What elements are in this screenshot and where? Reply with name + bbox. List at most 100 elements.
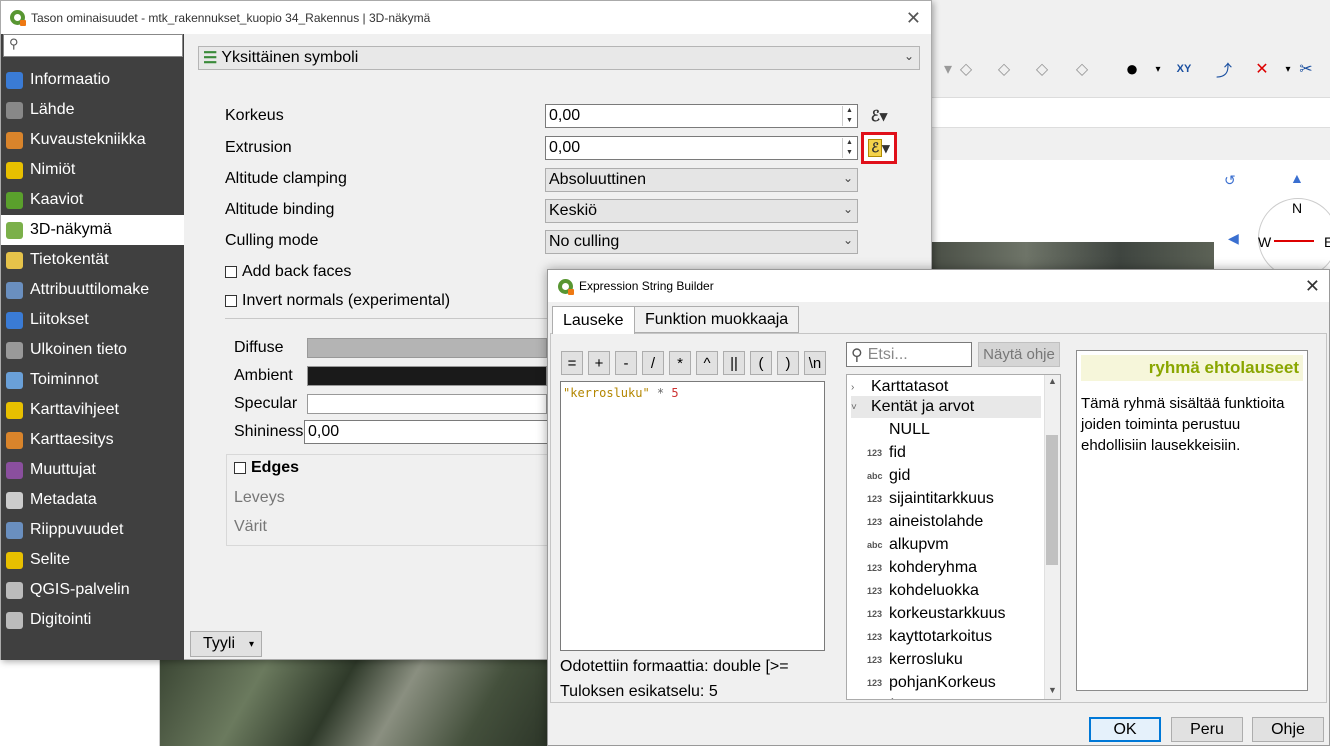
- tree-item[interactable]: NULL: [867, 419, 930, 441]
- tree-item[interactable]: › Karttatasot: [851, 376, 948, 398]
- curve-icon[interactable]: ⤴: [1210, 55, 1238, 83]
- sidebar-item[interactable]: Karttavihjeet: [1, 395, 184, 425]
- shininess-value: 0,00: [308, 423, 340, 440]
- digitize-tool-icon[interactable]: ◇: [952, 55, 980, 83]
- scroll-up-icon[interactable]: ▲: [1048, 376, 1057, 386]
- arrow-left-icon[interactable]: ◀: [1228, 230, 1239, 247]
- sidebar-item[interactable]: Ulkoinen tieto: [1, 335, 184, 365]
- function-tree[interactable]: › Karttatasot ˅ Kentät ja arvot NULL 123 fid ab…: [846, 374, 1061, 700]
- operator-button[interactable]: +: [588, 351, 610, 375]
- operator-button[interactable]: ): [777, 351, 799, 375]
- add-back-faces-checkbox[interactable]: Add back faces: [225, 263, 351, 281]
- sidebar-item[interactable]: Kaaviot: [1, 185, 184, 215]
- checkbox-box[interactable]: [225, 295, 237, 307]
- field-type-icon: 123: [867, 586, 883, 596]
- operator-button[interactable]: *: [669, 351, 691, 375]
- checkbox-box[interactable]: [225, 266, 237, 278]
- culling-mode-select[interactable]: No culling ⌄: [545, 230, 858, 254]
- spinbox-arrows-icon[interactable]: ▲ ▼: [842, 138, 856, 158]
- data-defined-override-active-icon[interactable]: ℰ ▾: [861, 132, 897, 164]
- sidebar-item[interactable]: Karttaesitys: [1, 425, 184, 455]
- style-button[interactable]: Tyyli ▾: [190, 631, 262, 657]
- operator-button[interactable]: ||: [723, 351, 745, 375]
- sidebar-item[interactable]: Tietokentät: [1, 245, 184, 275]
- sidebar-item[interactable]: Toiminnot: [1, 365, 184, 395]
- sidebar-item[interactable]: Nimiöt: [1, 155, 184, 185]
- spinbox-arrows-icon[interactable]: ▲ ▼: [842, 106, 856, 126]
- tree-item[interactable]: abc gid: [867, 465, 910, 487]
- scroll-down-icon[interactable]: ▼: [1048, 685, 1057, 695]
- sidebar-item[interactable]: Digitointi: [1, 605, 184, 635]
- operator-button[interactable]: ^: [696, 351, 718, 375]
- tree-item[interactable]: 123 kohdeluokka: [867, 580, 979, 602]
- renderer-select[interactable]: ☰ Yksittäinen symboli ⌄: [198, 46, 920, 70]
- sidebar-item[interactable]: Kuvaustekniikka: [1, 125, 184, 155]
- sidebar-item[interactable]: Attribuuttilomake: [1, 275, 184, 305]
- tree-item[interactable]: ˅ Kentät ja arvot: [851, 396, 1041, 418]
- digitize-tool-icon[interactable]: ◇: [1068, 55, 1096, 83]
- arrow-up-icon[interactable]: ▲: [1290, 170, 1304, 186]
- navigation-widget[interactable]: ↺ ▲ ◀ N W E: [1214, 160, 1330, 278]
- vertex-tool-icon[interactable]: ✕: [1248, 55, 1276, 83]
- circle-icon[interactable]: ●: [1118, 55, 1146, 83]
- xy-curve-icon[interactable]: XY: [1170, 55, 1198, 83]
- sidebar-item[interactable]: Selite: [1, 545, 184, 575]
- sidebar-item[interactable]: Lähde: [1, 95, 184, 125]
- dropdown-arrow-icon[interactable]: ▾: [1144, 55, 1172, 83]
- operator-button[interactable]: =: [561, 351, 583, 375]
- specular-color-button[interactable]: [307, 394, 547, 414]
- data-defined-override-icon[interactable]: ℰ▾: [865, 104, 893, 128]
- expand-toggle-icon[interactable]: ›: [851, 382, 871, 393]
- expand-toggle-icon[interactable]: ˅: [851, 402, 871, 413]
- tree-item[interactable]: 123 kayttotarkoitus: [867, 626, 992, 648]
- tree-item[interactable]: 123 korkeustarkkuus: [867, 603, 1006, 625]
- digitize-tool-icon[interactable]: ◇: [1028, 55, 1056, 83]
- tab-expression[interactable]: Lauseke: [552, 306, 635, 334]
- tree-item[interactable]: 123 kerrosluku: [867, 649, 963, 671]
- tree-item[interactable]: 123 fid: [867, 442, 906, 464]
- operator-button[interactable]: /: [642, 351, 664, 375]
- sidebar-item[interactable]: QGIS-palvelin: [1, 575, 184, 605]
- checkbox-box[interactable]: [234, 462, 246, 474]
- help-button[interactable]: Ohje: [1252, 717, 1324, 742]
- show-help-button[interactable]: Näytä ohje: [978, 342, 1060, 367]
- shininess-spinbox[interactable]: 0,00: [304, 420, 548, 444]
- korkeus-spinbox[interactable]: 0,00 ▲ ▼: [545, 104, 858, 128]
- sidebar-search-input[interactable]: ⚲: [3, 34, 183, 57]
- function-search-input[interactable]: ⚲ Etsi...: [846, 342, 972, 367]
- altitude-clamping-select[interactable]: Absoluuttinen ⌄: [545, 168, 858, 192]
- extrusion-spinbox[interactable]: 0,00 ▲ ▼: [545, 136, 858, 160]
- split-tool-icon[interactable]: ✂: [1292, 55, 1320, 83]
- tree-item[interactable]: 123 aineistolahde: [867, 511, 983, 533]
- ok-button[interactable]: OK: [1089, 717, 1161, 742]
- tab-function-editor[interactable]: Funktion muokkaaja: [634, 306, 800, 333]
- ambient-color-button[interactable]: [307, 366, 547, 386]
- rotate-icon[interactable]: ↺: [1224, 172, 1236, 189]
- digitize-tool-icon[interactable]: ◇: [990, 55, 1018, 83]
- close-icon[interactable]: ✕: [1305, 276, 1320, 297]
- scrollbar-thumb[interactable]: [1046, 435, 1058, 565]
- sidebar-item[interactable]: Liitokset: [1, 305, 184, 335]
- sidebar-item[interactable]: 3D-näkymä: [1, 215, 184, 245]
- close-icon[interactable]: ✕: [906, 8, 921, 29]
- edges-checkbox[interactable]: Edges: [234, 459, 299, 477]
- altitude-binding-select[interactable]: Keskiö ⌄: [545, 199, 858, 223]
- tree-item[interactable]: 123 sijaintitarkkuus: [867, 488, 994, 510]
- cancel-button[interactable]: Peru: [1171, 717, 1243, 742]
- sidebar-item[interactable]: Metadata: [1, 485, 184, 515]
- expression-editor[interactable]: "kerrosluku" * 5: [560, 381, 825, 651]
- tree-item-label: fid: [889, 444, 906, 461]
- operator-button[interactable]: -: [615, 351, 637, 375]
- tree-item[interactable]: abc alkupvm: [867, 534, 949, 556]
- tree-item[interactable]: 123 kohderyhma: [867, 557, 977, 579]
- operator-button[interactable]: (: [750, 351, 772, 375]
- sidebar-item[interactable]: Muuttujat: [1, 455, 184, 485]
- korkeus-label: Korkeus: [225, 107, 284, 124]
- operator-button[interactable]: \n: [804, 351, 826, 375]
- tree-item[interactable]: ›Kokoomat: [851, 695, 943, 699]
- invert-normals-checkbox[interactable]: Invert normals (experimental): [225, 292, 450, 310]
- sidebar-item[interactable]: Informaatio: [1, 65, 184, 95]
- tree-item[interactable]: 123 pohjanKorkeus: [867, 672, 996, 694]
- diffuse-color-button[interactable]: [307, 338, 547, 358]
- sidebar-item[interactable]: Riippuvuudet: [1, 515, 184, 545]
